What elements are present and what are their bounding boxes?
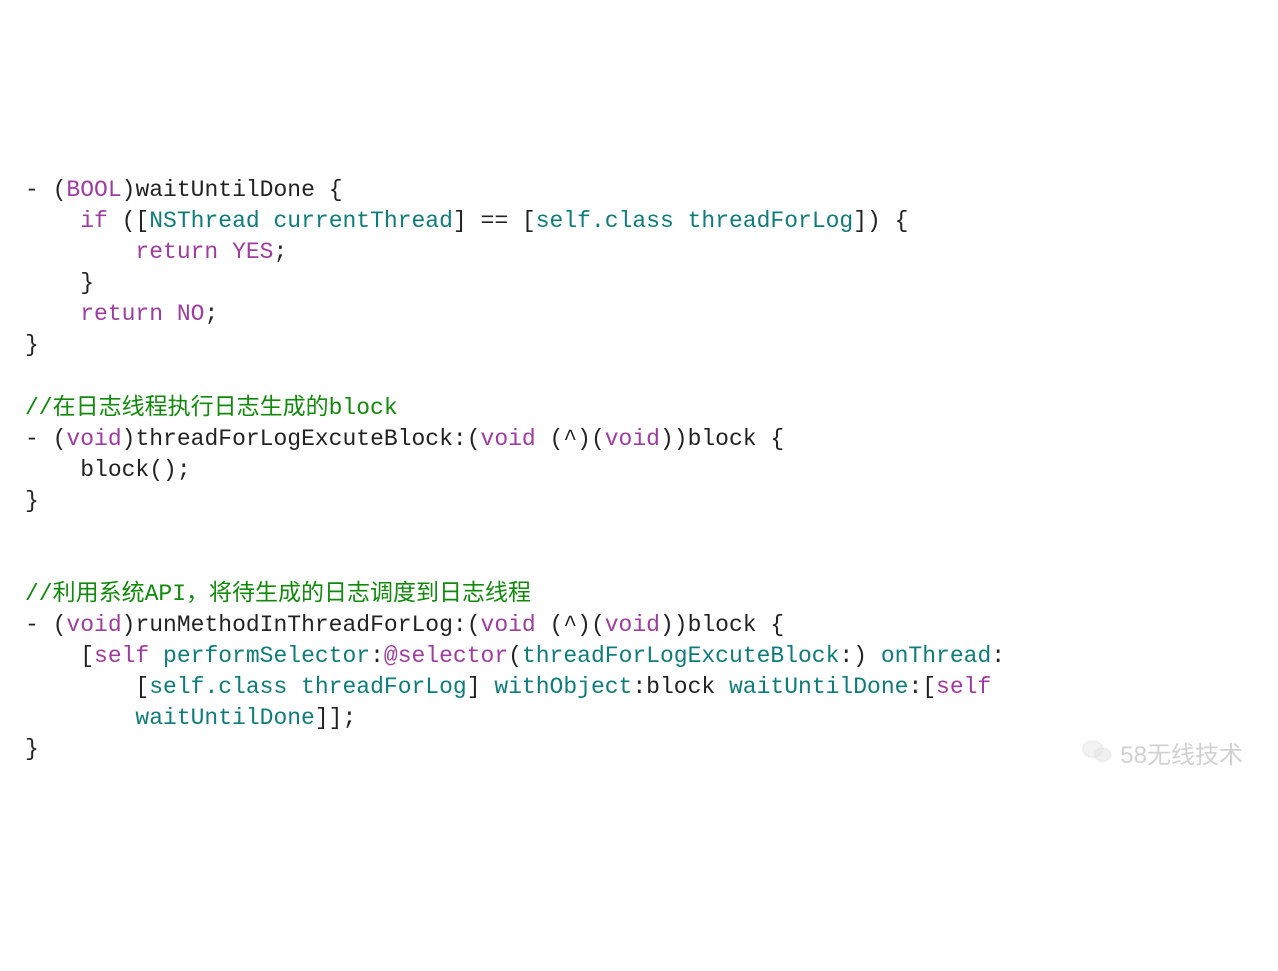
code-line: } [25,332,39,358]
code-snippet: - (BOOL)waitUntilDone { if ([NSThread cu… [25,144,1253,796]
code-comment: //在日志线程执行日志生成的block [25,395,398,421]
code-line: waitUntilDone]]; [25,705,356,731]
code-line: return NO; [25,301,218,327]
code-line: [self.class threadForLog] withObject:blo… [25,674,991,700]
code-line: } [25,488,39,514]
code-line: block(); [25,457,191,483]
wechat-icon [1080,735,1114,778]
watermark: 58无线技术 [1080,735,1243,778]
code-line: } [25,736,39,762]
code-line: } [25,270,94,296]
code-line: return YES; [25,239,287,265]
code-line: - (void)threadForLogExcuteBlock:(void (^… [25,426,784,452]
code-comment: //利用系统API，将待生成的日志调度到日志线程 [25,581,531,607]
code-line: - (BOOL)waitUntilDone { [25,177,343,203]
watermark-text: 58无线技术 [1120,740,1243,772]
code-line: - (void)runMethodInThreadForLog:(void (^… [25,612,784,638]
code-line: if ([NSThread currentThread] == [self.cl… [25,208,908,234]
code-line: [self performSelector:@selector(threadFo… [25,643,1005,669]
